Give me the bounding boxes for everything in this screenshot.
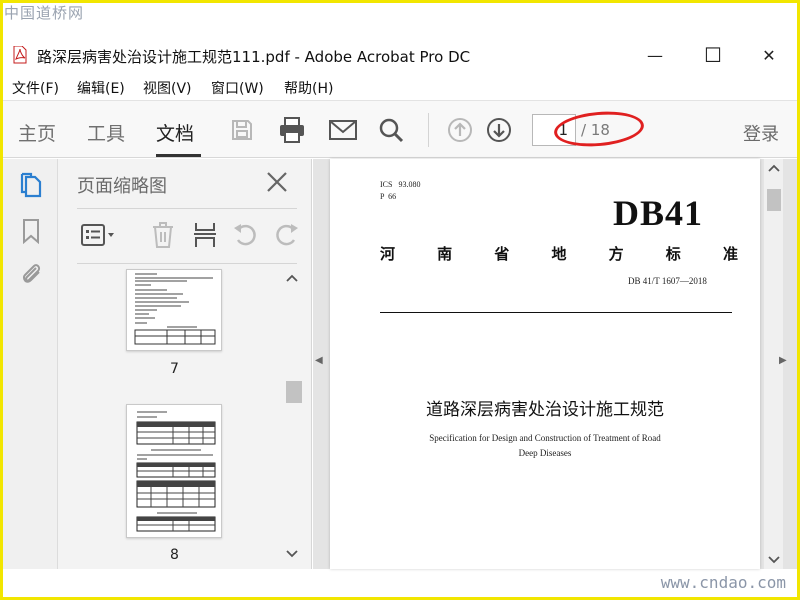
delete-icon[interactable] bbox=[146, 219, 180, 251]
scroll-down-icon[interactable] bbox=[286, 549, 298, 559]
thumbnail-content bbox=[136, 411, 216, 532]
tab-tools[interactable]: 工具 bbox=[87, 119, 125, 146]
document-title-cn: 道路深层病害处治设计施工规范 bbox=[426, 400, 664, 420]
title-en-line-2: Deep Diseases bbox=[518, 448, 572, 458]
title-bar: 路深层病害处治设计施工规范111.pdf - Adobe Acrobat Pro… bbox=[3, 38, 797, 72]
scroll-down-icon[interactable] bbox=[768, 555, 780, 565]
expand-panel-icon[interactable]: ▶ bbox=[779, 355, 787, 366]
scroll-up-icon[interactable] bbox=[286, 273, 298, 283]
close-window-button[interactable]: ✕ bbox=[757, 44, 781, 66]
panel-divider bbox=[77, 208, 297, 209]
watermark-bottom: www.cndao.com bbox=[660, 573, 786, 592]
thumbnail-options-icon[interactable] bbox=[77, 219, 121, 251]
menu-file[interactable]: 文件(F) bbox=[12, 78, 59, 98]
tab-document[interactable]: 文档 bbox=[156, 119, 194, 146]
menu-window[interactable]: 窗口(W) bbox=[211, 78, 264, 98]
thumbnail-page-label: 8 bbox=[170, 547, 179, 563]
navigation-rail bbox=[3, 159, 58, 569]
document-title-en: Specification for Design and Constructio… bbox=[410, 431, 680, 461]
heading-char: 准 bbox=[722, 245, 738, 263]
minimize-button[interactable]: — bbox=[643, 44, 667, 66]
page-down-icon[interactable] bbox=[484, 115, 514, 145]
email-icon[interactable] bbox=[328, 115, 358, 145]
save-icon[interactable] bbox=[227, 115, 257, 145]
active-tab-indicator bbox=[156, 154, 201, 157]
menu-edit[interactable]: 编辑(E) bbox=[77, 78, 125, 98]
undo-icon[interactable] bbox=[229, 219, 263, 251]
page-thumbnail-8[interactable] bbox=[126, 404, 222, 538]
page-thumbnails-icon[interactable] bbox=[17, 171, 45, 199]
ics-line-2: P 66 bbox=[380, 192, 397, 201]
heading-char: 方 bbox=[608, 245, 624, 263]
header-rule bbox=[380, 312, 732, 313]
scrollbar-thumb[interactable] bbox=[767, 189, 781, 211]
thumbnail-scrollbar[interactable] bbox=[284, 269, 302, 565]
heading-char: 标 bbox=[665, 245, 681, 263]
heading-char: 南 bbox=[437, 245, 453, 263]
title-en-line-1: Specification for Design and Constructio… bbox=[429, 433, 661, 443]
ics-code: ICS 93.080 P 66 bbox=[380, 179, 420, 203]
scroll-up-icon[interactable] bbox=[768, 163, 780, 173]
thumbnail-content bbox=[134, 273, 216, 345]
ics-line-1: ICS 93.080 bbox=[380, 180, 421, 189]
menu-bar: 文件(F) 编辑(E) 视图(V) 窗口(W) 帮助(H) bbox=[3, 74, 797, 98]
print-icon[interactable] bbox=[277, 115, 307, 145]
pdf-file-icon bbox=[13, 46, 27, 64]
heading-char: 河 bbox=[380, 245, 396, 263]
menu-help[interactable]: 帮助(H) bbox=[284, 78, 333, 98]
maximize-button[interactable]: ☐ bbox=[701, 43, 725, 67]
login-button[interactable]: 登录 bbox=[743, 120, 779, 146]
search-icon[interactable] bbox=[376, 115, 406, 145]
panel-title: 页面缩略图 bbox=[77, 176, 167, 197]
toolbar-separator bbox=[428, 113, 429, 147]
collapse-panel-icon[interactable]: ◀ bbox=[315, 355, 323, 366]
standard-code: DB41 bbox=[613, 193, 704, 233]
menu-view[interactable]: 视图(V) bbox=[143, 78, 192, 98]
main-toolbar: 主页 工具 文档 1 / 18 登录 bbox=[3, 100, 797, 158]
page-up-icon[interactable] bbox=[445, 115, 475, 145]
panel-divider bbox=[77, 263, 297, 264]
insert-page-icon[interactable] bbox=[188, 219, 222, 251]
window-title: 路深层病害处治设计施工规范111.pdf - Adobe Acrobat Pro… bbox=[37, 48, 471, 66]
tab-home[interactable]: 主页 bbox=[18, 119, 56, 146]
close-panel-icon[interactable] bbox=[264, 169, 290, 195]
redo-icon[interactable] bbox=[269, 219, 303, 251]
thumbnail-panel: 页面缩略图 7 8 bbox=[58, 159, 312, 569]
document-page: ICS 93.080 P 66 DB41 河 南 省 地 方 标 准 DB 41/… bbox=[330, 159, 760, 569]
heading-char: 地 bbox=[551, 245, 567, 263]
page-thumbnail-7[interactable] bbox=[126, 269, 222, 351]
standard-type-heading: 河 南 省 地 方 标 准 bbox=[380, 243, 738, 264]
standard-number: DB 41/T 1607—2018 bbox=[628, 276, 707, 286]
bookmark-icon[interactable] bbox=[17, 217, 45, 245]
heading-char: 省 bbox=[494, 245, 510, 263]
document-view: ◀ ICS 93.080 P 66 DB41 河 南 省 地 方 标 准 DB 4… bbox=[313, 159, 797, 569]
scrollbar-thumb[interactable] bbox=[286, 381, 302, 403]
attachment-icon[interactable] bbox=[17, 259, 45, 287]
watermark-top: 中国道桥网 bbox=[4, 4, 85, 22]
thumbnail-page-label: 7 bbox=[170, 361, 179, 377]
